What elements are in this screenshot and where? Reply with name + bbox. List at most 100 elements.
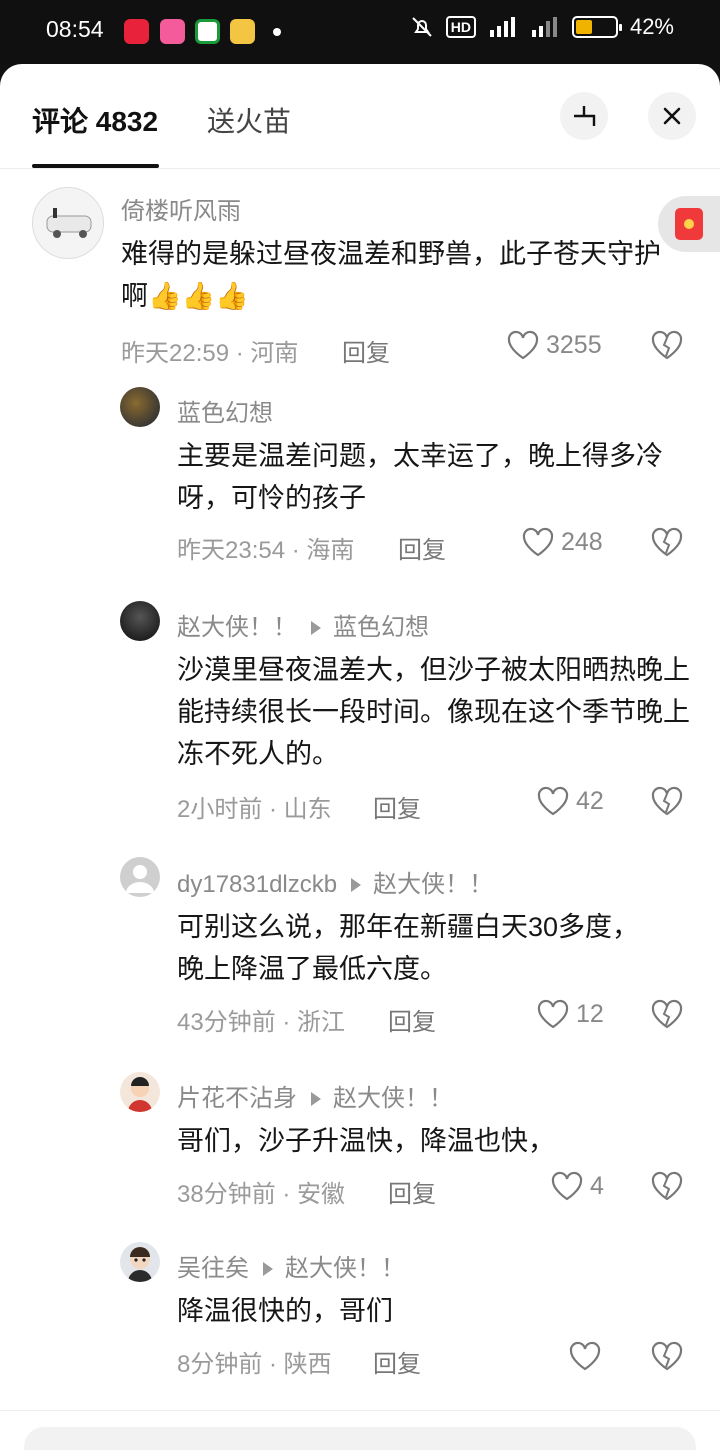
status-bar: 08:54 HD 42%: [0, 0, 720, 64]
avatar[interactable]: [120, 1242, 160, 1282]
broken-heart-icon: [651, 786, 683, 816]
status-time: 08:54: [46, 16, 104, 42]
battery-percent: 42%: [629, 14, 674, 39]
collapse-button[interactable]: [560, 92, 608, 140]
dislike-button[interactable]: [650, 998, 684, 1034]
reply-meta: 昨天23:54 · 海南: [177, 537, 355, 564]
reply-meta: 2小时前 · 山东: [177, 796, 332, 823]
tab-comments[interactable]: 评论 4832: [32, 100, 158, 140]
reply-text: 可别这么说，那年在新疆白天30多度，晚上降温了最低六度。: [177, 912, 640, 984]
app-notification-icon: [160, 19, 185, 44]
reply-button[interactable]: 回复: [373, 1344, 421, 1379]
like-count: 248: [561, 527, 603, 556]
comment-input-bar: [0, 1410, 720, 1450]
app-notification-icon: [195, 19, 220, 44]
battery-icon: [571, 16, 622, 38]
reply-username: 赵大侠！！ 蓝色幻想: [177, 607, 429, 642]
reply-username-text[interactable]: dy17831dlzckb: [177, 871, 337, 898]
avatar[interactable]: [120, 857, 160, 897]
signal-5g-icon: [489, 17, 515, 37]
dislike-button[interactable]: [650, 329, 684, 365]
broken-heart-icon: [651, 1171, 683, 1201]
reply-username-text[interactable]: 片花不沾身: [177, 1085, 297, 1112]
avatar[interactable]: [120, 1072, 160, 1112]
close-button[interactable]: [648, 92, 696, 140]
heart-icon: [537, 786, 569, 816]
reply-to-username[interactable]: 赵大侠！！: [373, 871, 493, 898]
reply-meta: 38分钟前 · 安徽: [177, 1181, 346, 1208]
dislike-button[interactable]: [650, 526, 684, 562]
thumbs-up-emoji: 👍👍👍: [148, 281, 249, 311]
reply-to-arrow-icon: [351, 877, 362, 892]
avatar[interactable]: [32, 187, 104, 259]
reply-username: 片花不沾身 赵大侠！！: [177, 1078, 453, 1113]
reply-item: dy17831dlzckb 赵大侠！！ 可别这么说，那年在新疆白天30多度，晚上降…: [0, 839, 720, 1054]
comments-panel: 评论 4832 送火苗 倚楼听风雨 难得的是躲过昼夜温差和野兽，此子苍天守护啊👍…: [0, 64, 720, 1450]
close-icon: [663, 107, 681, 125]
broken-heart-icon: [651, 527, 683, 557]
reply-to-arrow-icon: [311, 1091, 321, 1106]
weibo-icon: [230, 19, 255, 44]
reply-button[interactable]: 回复: [398, 530, 446, 565]
reply-button[interactable]: 回复: [342, 333, 390, 368]
hd-icon: HD: [445, 16, 476, 38]
like-button[interactable]: 248: [521, 526, 603, 558]
dislike-button[interactable]: [650, 1170, 684, 1206]
cartoon-avatar-image: [128, 1077, 152, 1112]
reply-username: 吴往矣 赵大侠！！: [177, 1248, 405, 1283]
avatar[interactable]: [120, 387, 160, 427]
like-count: 3255: [546, 330, 602, 359]
reply-to-arrow-icon: [263, 1261, 273, 1276]
comment-text: 难得的是躲过昼夜温差和野兽，此子苍天守护啊👍👍👍: [121, 233, 681, 317]
reply-to-username[interactable]: 赵大侠！！: [285, 1255, 405, 1282]
comment-item: 倚楼听风雨 难得的是躲过昼夜温差和野兽，此子苍天守护啊👍👍👍 昨天22:59 ·…: [0, 169, 720, 369]
like-button[interactable]: 4: [550, 1170, 604, 1202]
like-button[interactable]: [568, 1340, 608, 1372]
like-button[interactable]: 12: [536, 998, 604, 1030]
default-avatar-icon: [126, 865, 154, 893]
heart-icon: [507, 330, 539, 360]
tab-send-flame[interactable]: 送火苗: [207, 100, 291, 140]
reply-username-text[interactable]: 吴往矣: [177, 1255, 249, 1282]
reply-to-arrow-icon: [311, 620, 321, 635]
reply-item: 蓝色幻想 主要是温差问题，太幸运了，晚上得多冷呀，可怜的孩子 昨天23:54 ·…: [0, 369, 720, 579]
broken-heart-icon: [651, 1341, 683, 1371]
reply-text: 主要是温差问题，太幸运了，晚上得多冷呀，可怜的孩子: [177, 441, 663, 513]
reply-username-text[interactable]: 赵大侠！！: [177, 614, 297, 641]
comment-username[interactable]: 倚楼听风雨: [121, 191, 241, 226]
avatar[interactable]: [120, 601, 160, 641]
mute-icon: [412, 17, 432, 37]
reply-item: 片花不沾身 赵大侠！！ 哥们，沙子升温快，降温也快， 38分钟前 · 安徽 回复 …: [0, 1054, 720, 1224]
broken-heart-icon: [651, 330, 683, 360]
heart-icon: [551, 1171, 583, 1201]
heart-icon: [537, 999, 569, 1029]
heart-icon: [569, 1341, 601, 1371]
reply-meta: 8分钟前 · 陕西: [177, 1351, 332, 1378]
collapse-icon: [574, 106, 596, 126]
reply-item: 吴往矣 赵大侠！！ 降温很快的，哥们 8分钟前 · 陕西 回复: [0, 1224, 720, 1404]
app-notification-icon: [124, 19, 149, 44]
car-avatar-image: [46, 208, 92, 238]
battery-level-fill: [575, 20, 592, 34]
dislike-button[interactable]: [650, 1340, 684, 1376]
status-icons: HD 42%: [410, 14, 674, 40]
like-button[interactable]: 42: [536, 785, 604, 817]
like-count: 12: [576, 999, 604, 1028]
like-button[interactable]: 3255: [506, 329, 602, 361]
dislike-button[interactable]: [650, 785, 684, 821]
comment-input[interactable]: [24, 1427, 696, 1450]
reply-button[interactable]: 回复: [373, 789, 421, 824]
reply-username: dy17831dlzckb 赵大侠！！: [177, 864, 493, 899]
active-tab-indicator: [32, 164, 159, 168]
reply-button[interactable]: 回复: [388, 1174, 436, 1209]
reply-username[interactable]: 蓝色幻想: [177, 393, 273, 428]
reply-text: 降温很快的，哥们: [177, 1296, 393, 1326]
cartoon-avatar-image: [128, 1247, 152, 1282]
reply-to-username[interactable]: 赵大侠！！: [333, 1085, 453, 1112]
reply-item: 赵大侠！！ 蓝色幻想 沙漠里昼夜温差大，但沙子被太阳晒热晚上能持续很长一段时间。像…: [0, 579, 720, 839]
comments-header: 评论 4832 送火苗: [0, 64, 720, 169]
reply-to-username[interactable]: 蓝色幻想: [333, 614, 429, 641]
reply-meta: 43分钟前 · 浙江: [177, 1009, 346, 1036]
reply-button[interactable]: 回复: [388, 1002, 436, 1037]
heart-icon: [522, 527, 554, 557]
